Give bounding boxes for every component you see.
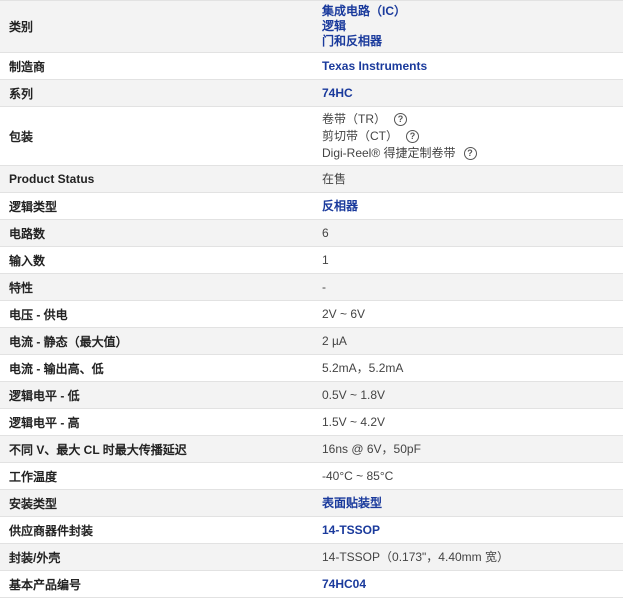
help-icon[interactable]: ? xyxy=(394,112,407,126)
attr-value: 14-TSSOP xyxy=(313,523,623,538)
attr-row-package-case: 封装/外壳 14-TSSOP（0.173"，4.40mm 宽） xyxy=(0,544,623,571)
attr-value: 74HC xyxy=(313,86,623,101)
category-link-ic[interactable]: 集成电路（IC） xyxy=(322,4,406,19)
attr-row-logic-level-high: 逻辑电平 - 高 1.5V ~ 4.2V xyxy=(0,409,623,436)
base-product-number-link[interactable]: 74HC04 xyxy=(322,577,366,591)
attr-label: 类别 xyxy=(9,20,34,34)
manufacturer-link[interactable]: Texas Instruments xyxy=(322,59,427,73)
attr-row-logic-type: 逻辑类型 反相器 xyxy=(0,193,623,220)
attr-label: 电路数 xyxy=(9,226,46,241)
attr-label: 系列 xyxy=(9,86,34,101)
mounting-type-link[interactable]: 表面贴装型 xyxy=(322,496,382,510)
attr-value: 6 xyxy=(322,225,329,240)
attr-value: 集成电路（IC） 逻辑 门和反相器 xyxy=(313,4,623,49)
attr-value: 1 xyxy=(322,252,329,267)
supplier-package-link[interactable]: 14-TSSOP xyxy=(322,523,380,537)
attr-label: 逻辑类型 xyxy=(9,199,58,214)
attr-row-series: 系列 74HC xyxy=(0,80,623,107)
attr-value: 卷带（TR） ? 剪切带（CT） ? Digi-Reel® 得捷定制卷带 ? xyxy=(313,111,623,162)
attr-label: 供应商器件封装 xyxy=(9,523,94,538)
attr-label: 封装/外壳 xyxy=(9,550,61,565)
attr-row-supply-voltage: 电压 - 供电 2V ~ 6V xyxy=(0,301,623,328)
attr-row-category: 类别 集成电路（IC） 逻辑 门和反相器 xyxy=(0,1,623,53)
help-icon[interactable]: ? xyxy=(406,129,419,143)
help-icon[interactable]: ? xyxy=(463,146,477,160)
packaging-option-digireel: Digi-Reel® 得捷定制卷带 xyxy=(322,145,456,160)
attr-value: 反相器 xyxy=(313,199,623,214)
attr-label: 电流 - 输出高、低 xyxy=(9,361,104,376)
attr-value: 14-TSSOP（0.173"，4.40mm 宽） xyxy=(322,549,509,564)
attr-row-propagation-delay: 不同 V、最大 CL 时最大传播延迟 16ns @ 6V，50pF xyxy=(0,436,623,463)
attr-row-inputs: 输入数 1 xyxy=(0,247,623,274)
attr-label: 电压 - 供电 xyxy=(9,307,68,322)
attr-value: 表面贴装型 xyxy=(313,496,623,511)
attr-label: 工作温度 xyxy=(9,469,58,484)
attr-label: 制造商 xyxy=(9,59,46,74)
category-link-gates-inverters[interactable]: 门和反相器 xyxy=(322,34,382,49)
attr-value: -40°C ~ 85°C xyxy=(322,468,394,483)
packaging-option-tr: 卷带（TR） xyxy=(322,111,386,126)
attr-row-manufacturer: 制造商 Texas Instruments xyxy=(0,53,623,80)
attr-label: 不同 V、最大 CL 时最大传播延迟 xyxy=(9,442,187,457)
attr-value: 2 µA xyxy=(322,333,347,348)
attr-row-mounting-type: 安装类型 表面贴装型 xyxy=(0,490,623,517)
attr-value: - xyxy=(322,279,326,294)
attr-label: 特性 xyxy=(9,280,34,295)
attr-row-base-product-number: 基本产品编号 74HC04 xyxy=(0,571,623,598)
attr-row-operating-temp: 工作温度 -40°C ~ 85°C xyxy=(0,463,623,490)
attr-value: 1.5V ~ 4.2V xyxy=(322,414,386,429)
attr-row-circuits: 电路数 6 xyxy=(0,220,623,247)
attr-label: 输入数 xyxy=(9,253,46,268)
attr-value: 74HC04 xyxy=(313,577,623,592)
attr-value: 5.2mA，5.2mA xyxy=(322,360,404,375)
attr-label: Product Status xyxy=(9,172,95,186)
attr-row-features: 特性 - xyxy=(0,274,623,301)
attr-value: 0.5V ~ 1.8V xyxy=(322,387,386,402)
attr-row-quiescent-current: 电流 - 静态（最大值） 2 µA xyxy=(0,328,623,355)
series-link[interactable]: 74HC xyxy=(322,86,353,100)
category-link-logic[interactable]: 逻辑 xyxy=(322,19,346,34)
attr-row-product-status: Product Status 在售 xyxy=(0,166,623,193)
logic-type-link[interactable]: 反相器 xyxy=(322,199,358,213)
attr-value: 在售 xyxy=(322,171,347,186)
attr-label: 包装 xyxy=(9,129,34,144)
attr-label: 基本产品编号 xyxy=(9,577,82,592)
attr-row-packaging: 包装 卷带（TR） ? 剪切带（CT） ? Digi-Reel® 得捷定制卷带 … xyxy=(0,107,623,166)
product-attributes-table: 类别 集成电路（IC） 逻辑 门和反相器 制造商 Texas Instrumen… xyxy=(0,0,623,598)
attr-value: Texas Instruments xyxy=(313,59,623,74)
attr-label: 逻辑电平 - 低 xyxy=(9,388,80,403)
attr-row-output-current: 电流 - 输出高、低 5.2mA，5.2mA xyxy=(0,355,623,382)
attr-label: 电流 - 静态（最大值） xyxy=(9,334,128,349)
attr-row-supplier-package: 供应商器件封装 14-TSSOP xyxy=(0,517,623,544)
attr-label: 安装类型 xyxy=(9,496,58,511)
packaging-option-ct: 剪切带（CT） xyxy=(322,128,398,143)
attr-value: 2V ~ 6V xyxy=(322,306,366,321)
attr-row-logic-level-low: 逻辑电平 - 低 0.5V ~ 1.8V xyxy=(0,382,623,409)
attr-value: 16ns @ 6V，50pF xyxy=(322,441,421,456)
attr-label: 逻辑电平 - 高 xyxy=(9,415,80,430)
